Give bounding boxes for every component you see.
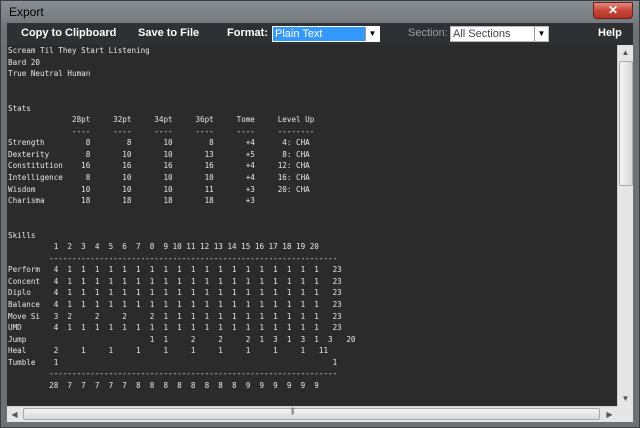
arrow-left-icon[interactable]: ◀ [7, 407, 22, 422]
scroll-grip: ||| [291, 408, 295, 415]
arrow-right-icon[interactable]: ▶ [602, 407, 617, 422]
toolbar: Copy to Clipboard Save to File Format: P… [7, 23, 633, 45]
window-title: Export [9, 5, 44, 19]
horizontal-scroll-thumb[interactable] [23, 408, 600, 420]
format-label: Format: [227, 27, 268, 39]
help-button[interactable]: Help [598, 27, 622, 39]
chevron-down-icon[interactable]: ▼ [365, 27, 379, 41]
section-label: Section: [408, 27, 448, 39]
title-bar[interactable]: Export ✕ [1, 1, 639, 23]
save-to-file-button[interactable]: Save to File [138, 27, 199, 39]
format-selected-value: Plain Text [275, 28, 323, 40]
section-selected-value: All Sections [453, 28, 511, 40]
vertical-scrollbar[interactable]: ▲ ▼ [617, 45, 633, 406]
export-text[interactable]: Scream Til They Start Listening Bard 20 … [7, 45, 617, 391]
scrollbar-corner [617, 406, 633, 422]
vertical-scroll-thumb[interactable] [619, 61, 633, 186]
horizontal-scrollbar[interactable]: ◀ ||| ▶ [7, 406, 617, 422]
arrow-down-icon[interactable]: ▼ [618, 391, 633, 406]
format-select[interactable]: Plain Text ▼ [272, 26, 380, 42]
arrow-up-icon[interactable]: ▲ [618, 45, 633, 60]
close-icon: ✕ [607, 3, 619, 17]
section-select[interactable]: All Sections ▼ [450, 26, 549, 42]
export-text-area[interactable]: Scream Til They Start Listening Bard 20 … [7, 45, 617, 406]
close-button[interactable]: ✕ [593, 2, 633, 19]
export-window: Export ✕ Copy to Clipboard Save to File … [0, 0, 640, 428]
chevron-down-icon[interactable]: ▼ [534, 27, 548, 41]
copy-to-clipboard-button[interactable]: Copy to Clipboard [21, 27, 116, 39]
